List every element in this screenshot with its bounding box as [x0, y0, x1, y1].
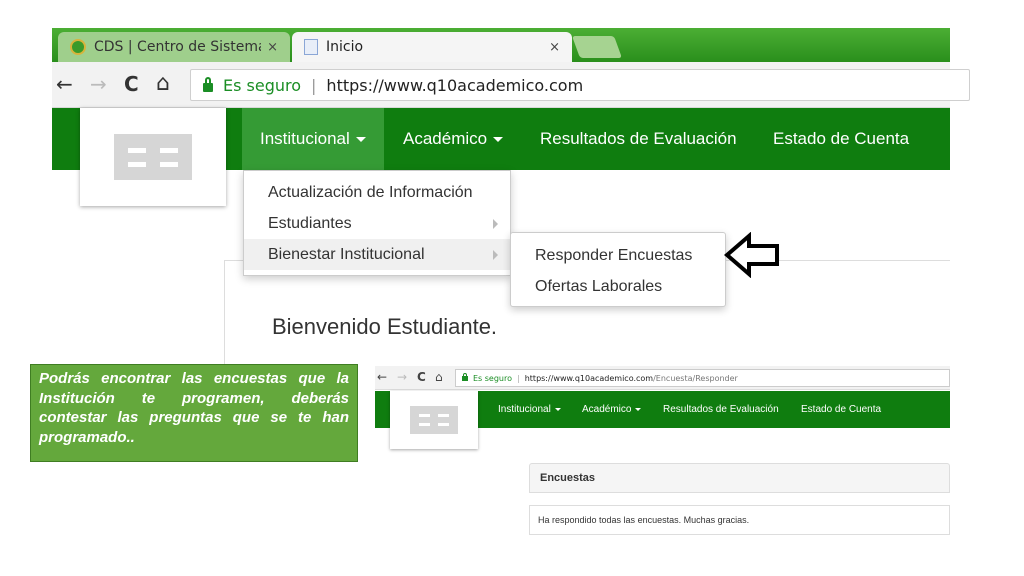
inset-nav-institucional[interactable]: Institucional — [498, 391, 561, 428]
tab-strip: CDS | Centro de Sistemas × Inicio × — [52, 28, 950, 62]
inset-nav-resultados[interactable]: Resultados de Evaluación — [663, 391, 779, 428]
logo-icon — [410, 406, 458, 434]
lock-icon — [462, 372, 468, 381]
chevron-right-icon — [493, 219, 498, 229]
back-arrow-icon[interactable]: ← — [377, 370, 387, 384]
instruction-note: Podrás encontrar las encuestas que la In… — [30, 364, 358, 462]
site-logo[interactable] — [80, 108, 226, 206]
inset-nav-academico[interactable]: Académico — [582, 391, 642, 428]
home-icon[interactable]: ⌂ — [435, 370, 443, 384]
inset-url-bar[interactable]: Es seguro | https://www.q10academico.com… — [455, 369, 950, 387]
url-path: /Encuesta/Responder — [653, 373, 738, 383]
back-arrow-icon[interactable]: ← — [56, 74, 73, 94]
tab-cds[interactable]: CDS | Centro de Sistemas × — [58, 32, 290, 62]
document-icon — [304, 39, 318, 55]
inset-nav-estado-cuenta[interactable]: Estado de Cuenta — [801, 391, 881, 428]
chevron-right-icon — [493, 250, 498, 260]
submenu-item-responder-encuestas[interactable]: Responder Encuestas — [511, 240, 725, 271]
bienestar-submenu: Responder Encuestas Ofertas Laborales — [510, 232, 726, 307]
encuestas-panel-message: Ha respondido todas las encuestas. Mucha… — [529, 505, 950, 535]
submenu-item-ofertas-laborales[interactable]: Ofertas Laborales — [511, 271, 725, 302]
caret-down-icon — [554, 407, 561, 411]
tab-title: Inicio — [326, 39, 364, 55]
left-arrow-icon — [724, 232, 779, 278]
reload-icon[interactable]: C — [124, 74, 139, 94]
url-separator: | — [311, 75, 317, 95]
address-toolbar: ← → C ⌂ Es seguro | https://www.q10acade… — [52, 62, 970, 108]
caret-down-icon — [493, 137, 504, 143]
url-text: https://www.q10academico.com — [326, 75, 584, 95]
forward-arrow-icon[interactable]: → — [90, 74, 107, 94]
tab-close-icon[interactable]: × — [549, 40, 560, 55]
dropdown-item-bienestar[interactable]: Bienestar Institucional — [244, 239, 510, 270]
cds-logo-icon — [70, 39, 86, 55]
institucional-dropdown: Actualización de Información Estudiantes… — [243, 170, 511, 276]
inset-site-logo[interactable] — [390, 391, 478, 449]
dropdown-item-estudiantes[interactable]: Estudiantes — [244, 208, 510, 239]
caret-down-icon — [635, 407, 642, 411]
nav-resultados[interactable]: Resultados de Evaluación — [522, 108, 755, 170]
tab-title: CDS | Centro de Sistemas — [94, 39, 262, 55]
lock-icon — [203, 76, 213, 92]
new-tab-button[interactable] — [571, 36, 623, 58]
logo-icon — [114, 134, 192, 180]
caret-down-icon — [355, 137, 366, 143]
nav-institucional[interactable]: Institucional — [242, 108, 384, 170]
welcome-heading: Bienvenido Estudiante. — [272, 314, 498, 339]
url-separator: | — [517, 373, 520, 383]
dropdown-item-actualizacion[interactable]: Actualización de Información — [244, 177, 510, 208]
inset-address-toolbar: ← → C ⌂ Es seguro | https://www.q10acade… — [375, 366, 950, 390]
nav-academico[interactable]: Académico — [385, 108, 521, 170]
tab-close-icon[interactable]: × — [267, 40, 278, 55]
url-bar[interactable]: Es seguro | https://www.q10academico.com — [190, 69, 970, 101]
secure-label: Es seguro — [473, 373, 513, 383]
forward-arrow-icon[interactable]: → — [397, 370, 407, 384]
nav-estado-cuenta[interactable]: Estado de Cuenta — [755, 108, 927, 170]
encuestas-panel-title: Encuestas — [529, 463, 950, 493]
encuestas-panel: Encuestas Ha respondido todas las encues… — [529, 463, 950, 537]
reload-icon[interactable]: C — [417, 370, 426, 384]
tab-inicio[interactable]: Inicio × — [292, 32, 572, 62]
url-host: https://www.q10academico.com — [524, 373, 654, 383]
home-icon[interactable]: ⌂ — [156, 73, 170, 95]
secure-label: Es seguro — [223, 75, 302, 95]
